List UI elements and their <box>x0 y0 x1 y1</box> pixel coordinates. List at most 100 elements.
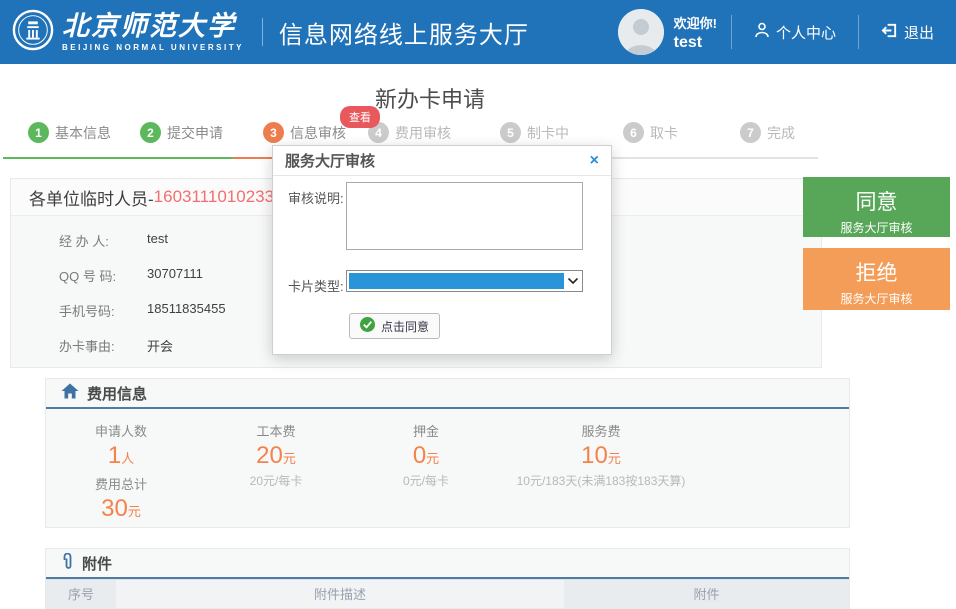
approve-button[interactable]: 同意 服务大厅审核 <box>803 177 950 237</box>
fee-deposit-value: 0元 <box>356 442 496 470</box>
fee-deposit: 押金 0元 0元/每卡 <box>356 421 496 489</box>
step-4-fee-review: 4 费用审核 <box>368 122 451 143</box>
step-2-submit: 2 提交申请 <box>140 122 223 143</box>
card-type-label: 卡片类型: <box>288 276 344 295</box>
logout-link[interactable]: 退出 <box>859 22 956 43</box>
fee-deposit-note: 0元/每卡 <box>356 472 496 489</box>
step-4-label: 费用审核 <box>395 123 451 143</box>
check-circle-icon <box>360 317 375 335</box>
attachments-col-file: 附件 <box>564 580 849 608</box>
fee-service: 服务费 10元 10元/183天(未满183按183天算) <box>496 421 706 489</box>
fee-deposit-label: 押金 <box>356 421 496 440</box>
field-mobile-label: 手机号码: <box>59 301 147 320</box>
university-seal-icon <box>12 9 54 56</box>
field-handler-value: test <box>147 231 168 250</box>
step-1-label: 基本信息 <box>55 123 111 143</box>
click-agree-label: 点击同意 <box>381 318 429 335</box>
fees-heading-label: 费用信息 <box>87 383 147 404</box>
modal-title: 服务大厅审核 <box>285 150 375 171</box>
header-user-area: 欢迎你! test 个人中心 <box>618 0 956 64</box>
service-hall-page: 北京师范大学 BEIJING NORMAL UNIVERSITY 信息网络线上服… <box>0 0 956 609</box>
modal-header: 服务大厅审核 × <box>273 146 611 176</box>
fees-heading: 费用信息 <box>46 379 849 409</box>
field-handler-label: 经 办 人: <box>59 231 147 250</box>
step-1-number: 1 <box>28 122 49 143</box>
approve-button-subtitle: 服务大厅审核 <box>803 219 950 236</box>
step-1-basic-info: 1 基本信息 <box>28 122 111 143</box>
university-name: 北京师范大学 BEIJING NORMAL UNIVERSITY <box>62 13 244 52</box>
fee-total: 费用总计 30元 <box>46 474 196 523</box>
step-3-label: 信息审核 <box>290 123 346 143</box>
step-5-number: 5 <box>500 122 521 143</box>
review-note-textarea[interactable] <box>346 182 583 250</box>
personal-center-label: 个人中心 <box>776 22 836 43</box>
fee-service-note: 10元/183天(未满183按183天算) <box>496 472 706 489</box>
fee-applicants-value: 1人 <box>46 442 196 470</box>
field-qq-label: QQ 号 码: <box>59 266 147 285</box>
avatar[interactable] <box>618 9 664 55</box>
fee-total-label: 费用总计 <box>46 474 196 493</box>
fee-production-note: 20元/每卡 <box>196 472 356 489</box>
approve-button-title: 同意 <box>803 186 950 216</box>
person-icon <box>754 22 770 42</box>
field-mobile-value: 18511835455 <box>147 301 226 320</box>
university-name-en: BEIJING NORMAL UNIVERSITY <box>62 43 244 52</box>
attachments-col-desc: 附件描述 <box>116 580 564 608</box>
fee-total-value: 30元 <box>46 495 196 523</box>
attachments-panel: 附件 序号 附件描述 附件 <box>45 548 850 609</box>
field-handler: 经 办 人: test <box>59 231 168 250</box>
reject-button[interactable]: 拒绝 服务大厅审核 <box>803 248 950 310</box>
field-mobile: 手机号码: 18511835455 <box>59 301 226 320</box>
attachments-heading: 附件 <box>46 549 849 579</box>
card-type-selected-highlight <box>349 273 564 289</box>
field-qq: QQ 号 码: 30707111 <box>59 266 203 285</box>
paperclip-icon <box>61 553 74 574</box>
fee-production: 工本费 20元 20元/每卡 <box>196 421 356 489</box>
attachments-table-header: 序号 附件描述 附件 <box>46 579 849 608</box>
page-title: 新办卡申请 <box>0 82 860 114</box>
portal-title: 信息网络线上服务大厅 <box>279 15 529 50</box>
close-icon[interactable]: × <box>590 152 599 170</box>
card-type-select[interactable] <box>346 270 583 292</box>
field-reason-value: 开会 <box>147 336 173 355</box>
step-7-label: 完成 <box>767 123 795 143</box>
applicant-group-label: 各单位临时人员- <box>29 185 154 210</box>
fee-applicants-label: 申请人数 <box>46 421 196 440</box>
step-6-number: 6 <box>623 122 644 143</box>
home-icon <box>61 383 79 403</box>
application-number: 16031110102331 <box>154 187 284 207</box>
step-6-pickup: 6 取卡 <box>623 122 678 143</box>
field-reason: 办卡事由: 开会 <box>59 336 173 355</box>
university-name-cn: 北京师范大学 <box>62 13 244 40</box>
step-7-complete: 7 完成 <box>740 122 795 143</box>
attachments-col-no: 序号 <box>46 580 116 608</box>
personal-center-link[interactable]: 个人中心 <box>732 22 858 43</box>
fee-production-label: 工本费 <box>196 421 356 440</box>
fee-service-label: 服务费 <box>496 421 706 440</box>
header-bar: 北京师范大学 BEIJING NORMAL UNIVERSITY 信息网络线上服… <box>0 0 956 64</box>
field-qq-value: 30707111 <box>147 266 203 285</box>
fee-production-value: 20元 <box>196 442 356 470</box>
attachments-heading-label: 附件 <box>82 553 112 574</box>
click-agree-button[interactable]: 点击同意 <box>349 313 440 339</box>
welcome-text: 欢迎你! <box>674 13 717 32</box>
step-5-label: 制卡中 <box>527 123 569 143</box>
step-3-info-review: 3 信息审核 <box>263 122 346 143</box>
username: test <box>674 34 717 52</box>
step-5-card-making: 5 制卡中 <box>500 122 569 143</box>
welcome-block: 欢迎你! test <box>674 13 717 52</box>
step-3-number: 3 <box>263 122 284 143</box>
step-7-number: 7 <box>740 122 761 143</box>
step-2-label: 提交申请 <box>167 123 223 143</box>
logout-icon <box>881 22 898 43</box>
chevron-down-icon <box>565 278 581 284</box>
review-modal: 服务大厅审核 × 审核说明: 卡片类型: 点击同意 <box>272 145 612 355</box>
header-divider <box>262 18 263 46</box>
step-6-label: 取卡 <box>650 123 678 143</box>
progress-line-done <box>3 157 233 159</box>
reject-button-subtitle: 服务大厅审核 <box>803 290 950 307</box>
reject-button-title: 拒绝 <box>803 257 950 287</box>
logout-label: 退出 <box>904 22 934 43</box>
step-3-view-badge[interactable]: 查看 <box>340 106 380 128</box>
review-note-label: 审核说明: <box>288 188 344 207</box>
